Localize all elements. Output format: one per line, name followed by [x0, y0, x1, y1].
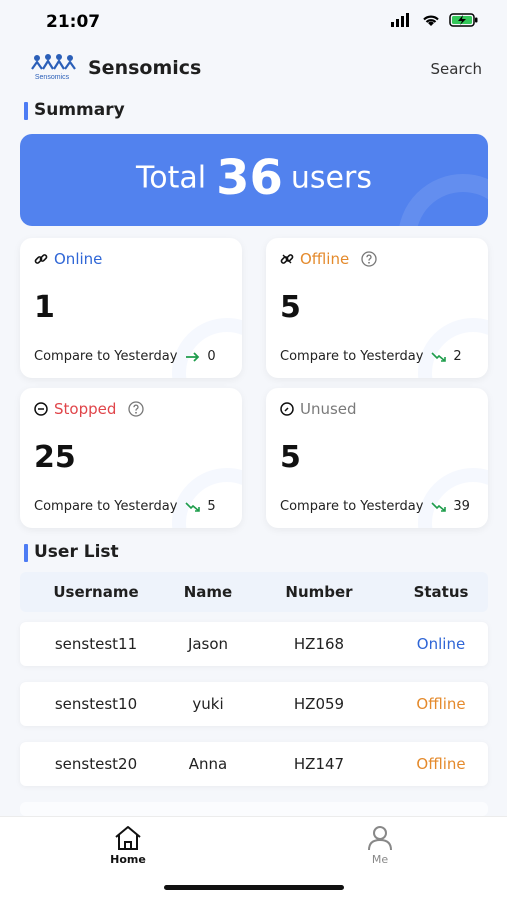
- battery-charging-icon: [449, 13, 478, 27]
- stopped-card[interactable]: Stopped 25 Compare to Yesterday 5: [20, 388, 242, 528]
- row-status: Offline: [416, 695, 466, 713]
- status-time: 21:07: [46, 12, 101, 32]
- row-username: senstest20: [54, 755, 138, 773]
- trend-down-icon: [431, 351, 447, 362]
- status-bar: 21:07: [0, 0, 507, 46]
- row-number: HZ168: [293, 635, 345, 653]
- trend-down-icon: [185, 501, 201, 512]
- unused-delta: 39: [453, 499, 470, 514]
- total-suffix: users: [290, 160, 372, 196]
- table-header: Username Name Number Status: [20, 572, 488, 612]
- compare-label: Compare to Yesterday: [280, 499, 424, 514]
- row-number: HZ147: [293, 755, 345, 773]
- summary-title: Summary: [24, 100, 125, 120]
- offline-header: Offline: [280, 250, 377, 268]
- unused-header: Unused: [280, 400, 357, 418]
- total-users-text: Total 36 users: [20, 150, 488, 206]
- search-button[interactable]: Search: [430, 60, 482, 78]
- row-name: yuki: [192, 695, 224, 713]
- tab-me-label: Me: [371, 853, 389, 866]
- total-users-card: Total 36 users: [20, 134, 488, 226]
- trend-flat-icon: [186, 351, 200, 362]
- tab-home-label: Home: [110, 853, 146, 866]
- tab-home[interactable]: Home: [98, 825, 158, 866]
- tab-bar: Home Me: [0, 816, 507, 900]
- card-decoration: [418, 318, 488, 378]
- total-prefix: Total: [136, 160, 207, 196]
- online-label: Online: [54, 250, 103, 268]
- row-username: senstest11: [54, 635, 138, 653]
- compare-label: Compare to Yesterday: [280, 349, 424, 364]
- signal-icon: [391, 13, 409, 27]
- compare-label: Compare to Yesterday: [34, 499, 178, 514]
- online-delta: 0: [207, 349, 216, 364]
- online-card[interactable]: Online 1 Compare to Yesterday 0: [20, 238, 242, 378]
- stopped-compare: Compare to Yesterday 5: [34, 499, 216, 514]
- unused-label: Unused: [300, 400, 357, 418]
- unused-compare: Compare to Yesterday 39: [280, 499, 470, 514]
- row-username: senstest10: [54, 695, 138, 713]
- column-header-status: Status: [413, 583, 469, 601]
- column-header-number: Number: [285, 583, 353, 601]
- online-compare: Compare to Yesterday 0: [34, 349, 216, 364]
- offline-card[interactable]: Offline 5 Compare to Yesterday 2: [266, 238, 488, 378]
- card-decoration: [172, 318, 242, 378]
- row-status: Online: [416, 635, 466, 653]
- help-icon[interactable]: [128, 401, 145, 417]
- column-header-name: Name: [183, 583, 233, 601]
- unused-card[interactable]: Unused 5 Compare to Yesterday 39: [266, 388, 488, 528]
- user-list-title: User List: [24, 542, 119, 562]
- wifi-icon: [423, 15, 439, 26]
- app-title: Sensomics: [88, 57, 202, 79]
- row-number: HZ059: [293, 695, 345, 713]
- online-header: Online: [34, 250, 102, 268]
- offline-label: Offline: [300, 250, 350, 268]
- app-header: Sensomics Sensomics Search: [0, 46, 507, 90]
- logo-text: Sensomics: [35, 74, 70, 81]
- broken-link-icon: [280, 254, 294, 264]
- help-icon[interactable]: [361, 251, 377, 267]
- home-indicator: [164, 885, 344, 890]
- stopped-label: Stopped: [54, 400, 117, 418]
- tab-me[interactable]: Me: [350, 825, 410, 866]
- offline-delta: 2: [453, 349, 462, 364]
- row-name: Anna: [188, 755, 228, 773]
- table-row[interactable]: senstest11 Jason HZ168 Online: [20, 622, 488, 666]
- clock-icon: [280, 402, 294, 416]
- link-icon: [34, 254, 48, 264]
- stopped-delta: 5: [207, 499, 216, 514]
- stopped-header: Stopped: [34, 400, 145, 418]
- user-icon: [368, 826, 392, 851]
- unused-count: 5: [280, 440, 301, 475]
- table-row-partial: [20, 802, 488, 816]
- card-decoration: [172, 468, 242, 528]
- trend-down-icon: [431, 501, 447, 512]
- row-name: Jason: [187, 635, 229, 653]
- column-header-username: Username: [53, 583, 139, 601]
- online-count: 1: [34, 290, 55, 325]
- sensomics-logo: Sensomics: [31, 54, 76, 81]
- row-status: Offline: [416, 755, 466, 773]
- table-row[interactable]: senstest10 yuki HZ059 Offline: [20, 682, 488, 726]
- offline-count: 5: [280, 290, 301, 325]
- status-icons: [391, 13, 479, 27]
- stopped-count: 25: [34, 440, 76, 475]
- table-row[interactable]: senstest20 Anna HZ147 Offline: [20, 742, 488, 786]
- card-decoration: [418, 468, 488, 528]
- compare-label: Compare to Yesterday: [34, 349, 178, 364]
- total-count: 36: [216, 150, 283, 206]
- stop-circle-icon: [34, 402, 48, 416]
- offline-compare: Compare to Yesterday 2: [280, 349, 462, 364]
- home-icon: [115, 826, 141, 850]
